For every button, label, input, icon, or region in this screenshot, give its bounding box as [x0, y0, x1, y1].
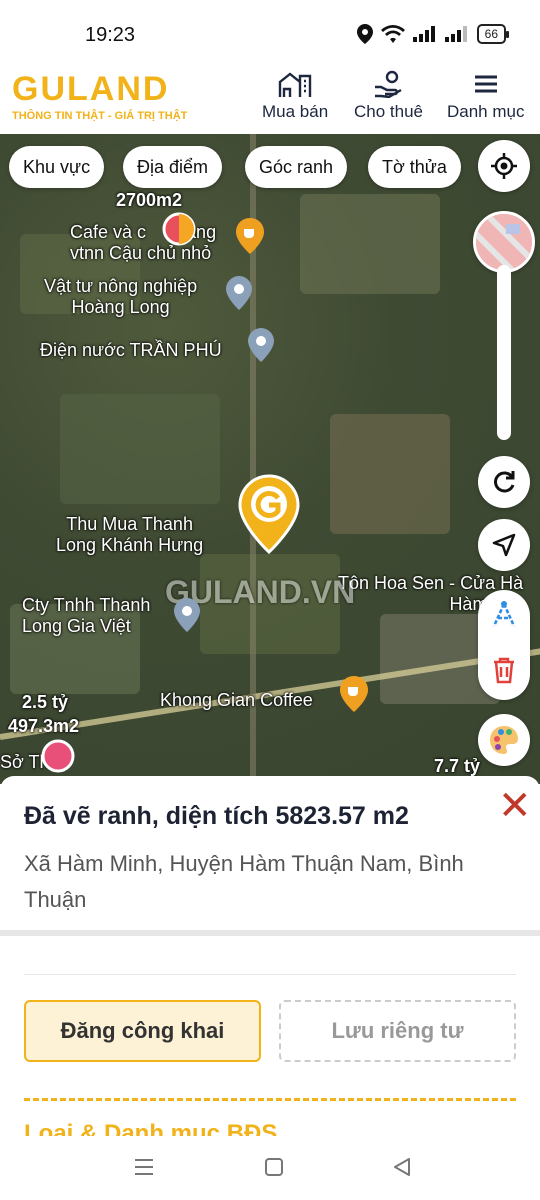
- crosshair-icon: [491, 153, 517, 179]
- status-bar: 19:23 66: [0, 0, 540, 62]
- nav-label: Danh mục: [447, 102, 525, 121]
- poi-dien-nuoc-label: Điện nước TRẦN PHÚ: [40, 340, 222, 360]
- listing-marker-icon[interactable]: [162, 212, 196, 246]
- nav-danh-muc[interactable]: Danh mục: [447, 70, 524, 122]
- logo-tagline: THÔNG TIN THẬT - GIÁ TRỊ THẬT: [12, 110, 188, 122]
- wifi-icon: [380, 25, 405, 43]
- price-area-label[interactable]: 2700m2: [116, 190, 182, 211]
- place-pin-icon[interactable]: [174, 598, 200, 632]
- satellite-map[interactable]: Khu vực Địa điểm Góc ranh Tờ thửa 2700m2…: [0, 134, 540, 784]
- cafe-pin-icon[interactable]: [340, 676, 368, 712]
- sheet-title: Đã vẽ ranh, diện tích 5823.57 m2: [24, 802, 409, 830]
- color-palette-button[interactable]: [478, 714, 530, 766]
- home-icon[interactable]: [264, 1157, 284, 1177]
- status-time: 19:23: [85, 24, 136, 46]
- palette-icon: [490, 726, 518, 754]
- area-left-label[interactable]: 497.3m2: [8, 716, 79, 737]
- system-nav-bar: [0, 1136, 540, 1200]
- place-pin-icon[interactable]: [226, 276, 252, 310]
- poi-khong-gian-label: Khong Gian Coffee: [160, 690, 313, 710]
- nav-label: Cho thuê: [354, 102, 423, 121]
- menu-icon: [474, 75, 497, 93]
- signal-icon-2: [444, 26, 467, 42]
- publish-public-button[interactable]: Đăng công khai: [24, 1000, 261, 1062]
- poi-vat-tu-label: Vật tư nông nghiệp Hoàng Long: [44, 276, 198, 317]
- nav-mua-ban[interactable]: Mua bán: [262, 70, 328, 122]
- map-thumbnail-icon: [476, 214, 532, 270]
- recent-apps-icon[interactable]: [134, 1158, 154, 1176]
- location-icon: [356, 24, 373, 44]
- filter-to-thua[interactable]: Tờ thửa: [368, 146, 461, 188]
- status-icons: 66: [356, 24, 510, 44]
- filter-goc-ranh[interactable]: Góc ranh: [245, 146, 348, 188]
- trash-icon[interactable]: [491, 656, 517, 684]
- dashed-divider: [24, 1098, 516, 1101]
- save-private-button[interactable]: Lưu riêng tư: [279, 1000, 516, 1062]
- signal-icon: [412, 26, 435, 42]
- price-right-label[interactable]: 7.7 tỷ: [434, 756, 480, 777]
- navigate-button[interactable]: [478, 519, 530, 571]
- price-left-label[interactable]: 2.5 tỷ: [22, 692, 68, 713]
- map-field: [330, 414, 450, 534]
- handshake-icon: [374, 70, 402, 98]
- cafe-pin-icon[interactable]: [236, 218, 264, 254]
- poi-cty-label: Cty Tnhh Thanh Long Gia Việt: [22, 595, 151, 636]
- listing-marker-icon[interactable]: [40, 738, 76, 774]
- map-field: [60, 394, 220, 504]
- map-field: [300, 194, 440, 294]
- divider-line: [24, 974, 516, 975]
- draw-polygon-icon[interactable]: [489, 600, 519, 630]
- guland-main-pin-icon[interactable]: [238, 474, 300, 554]
- draw-tools-group: [478, 590, 530, 700]
- building-icon: [278, 72, 312, 97]
- battery-icon: 66: [476, 24, 510, 44]
- logo-text: GULAND: [12, 70, 170, 108]
- back-icon[interactable]: [392, 1157, 412, 1177]
- filter-khu-vuc[interactable]: Khu vực: [9, 146, 105, 188]
- poi-thu-mua-label: Thu Mua Thanh Long Khánh Hưng: [56, 514, 204, 555]
- app-header: GULAND THÔNG TIN THẬT - GIÁ TRỊ THẬT Mua…: [0, 62, 540, 134]
- guland-logo[interactable]: GULAND THÔNG TIN THẬT - GIÁ TRỊ THẬT: [12, 72, 187, 122]
- my-location-button[interactable]: [478, 140, 530, 192]
- refresh-icon: [494, 471, 515, 493]
- sheet-address: Xã Hàm Minh, Huyện Hàm Thuận Nam, Bình T…: [24, 851, 464, 912]
- refresh-button[interactable]: [478, 456, 530, 508]
- map-layer-button[interactable]: [473, 211, 535, 273]
- section-divider: [0, 930, 540, 936]
- nav-label: Mua bán: [262, 102, 329, 121]
- close-icon[interactable]: ✕: [498, 786, 532, 826]
- opacity-slider[interactable]: [497, 265, 511, 440]
- navigation-arrow-icon: [492, 533, 516, 557]
- place-pin-icon[interactable]: [248, 328, 274, 362]
- filter-dia-diem[interactable]: Địa điểm: [123, 146, 223, 188]
- nav-cho-thue[interactable]: Cho thuê: [354, 70, 423, 122]
